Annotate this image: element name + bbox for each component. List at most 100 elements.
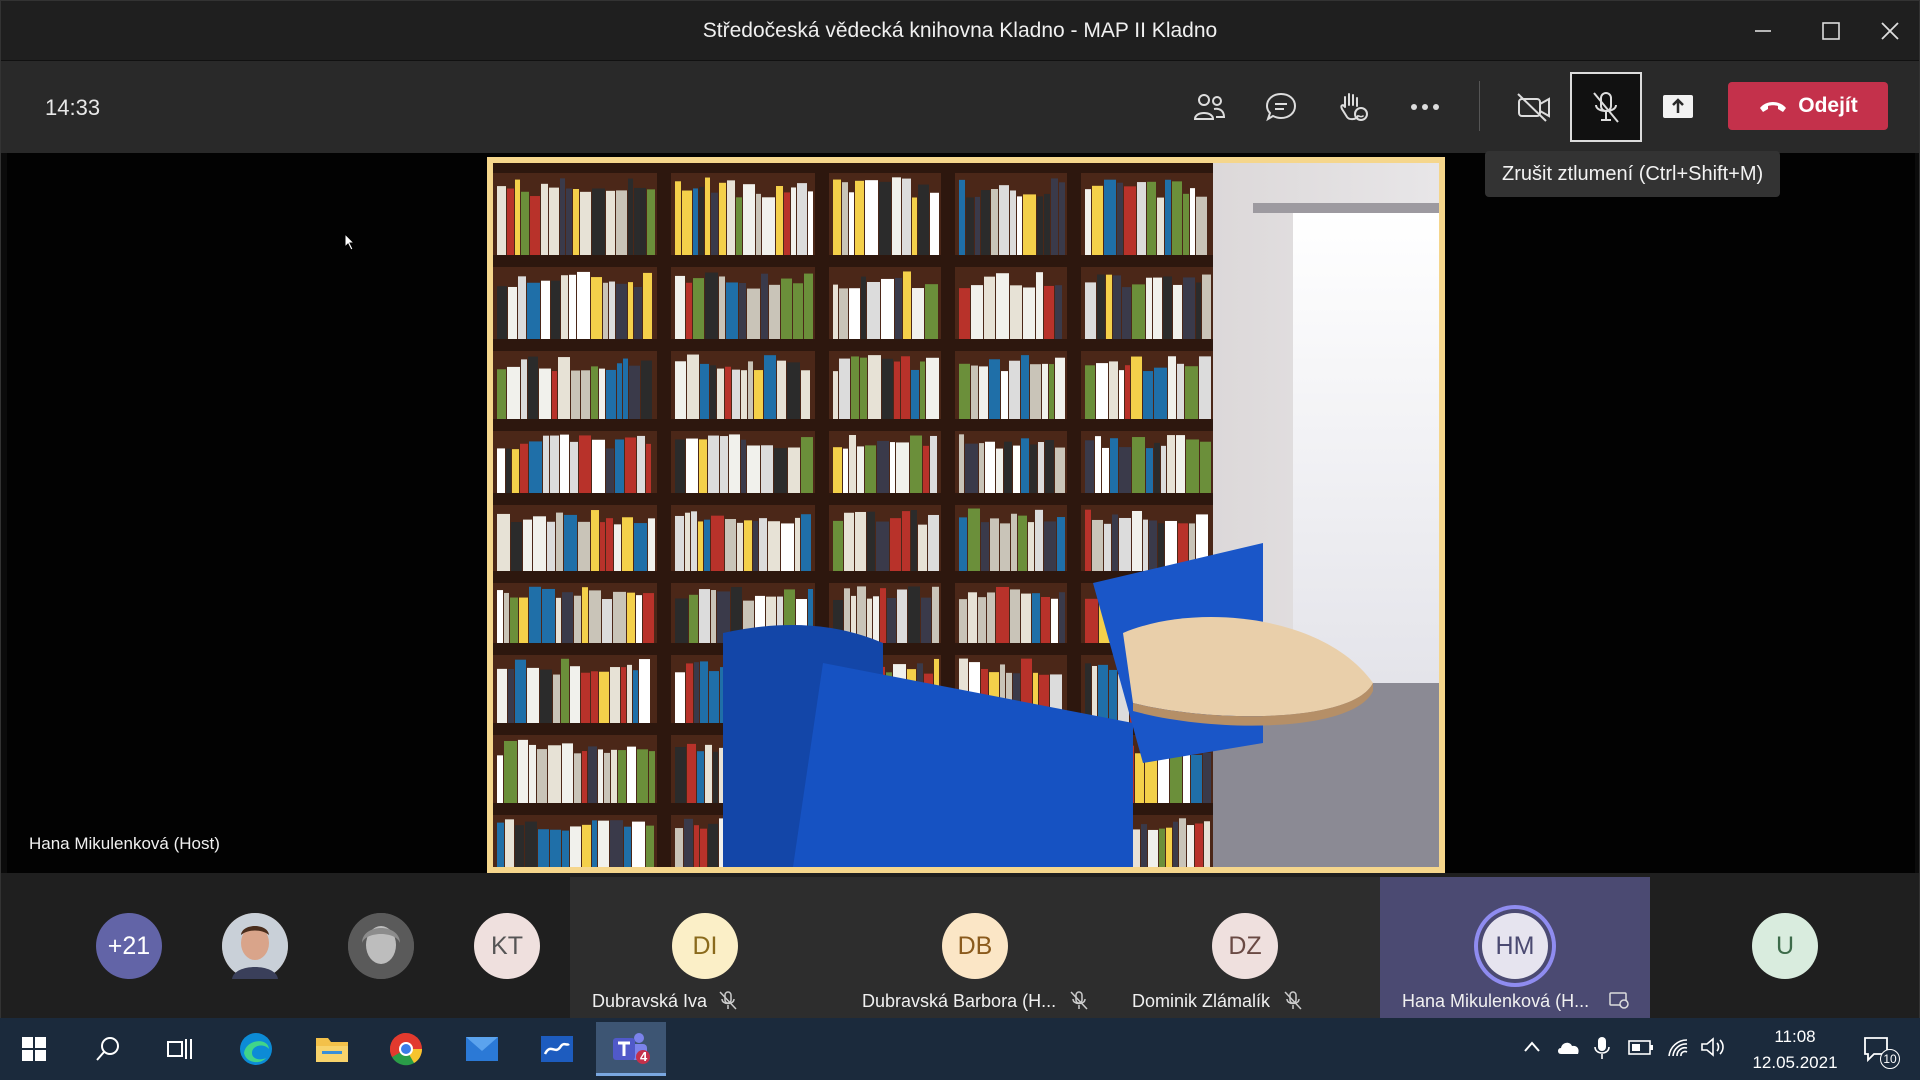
book-spine — [541, 183, 548, 255]
book-spine — [684, 818, 693, 867]
book-spine — [882, 358, 893, 419]
book-spine — [801, 514, 811, 571]
book-spine — [787, 362, 800, 419]
book-spine — [1109, 361, 1118, 419]
overflow-participants-button[interactable]: +21 — [96, 913, 162, 979]
book-spine — [606, 190, 615, 255]
book-spine — [699, 439, 707, 493]
book-spine — [614, 524, 621, 571]
book-spine — [842, 182, 848, 255]
mail-icon — [466, 1037, 498, 1061]
participants-button[interactable] — [1176, 79, 1242, 135]
task-view-button[interactable] — [152, 1027, 208, 1071]
book-spine — [622, 517, 633, 571]
book-spine — [1124, 186, 1136, 255]
book-spine — [643, 593, 654, 643]
book-spine — [1196, 282, 1201, 339]
participant-photo-avatar[interactable] — [222, 913, 288, 979]
wifi-icon[interactable] — [1665, 1036, 1689, 1058]
book-spine — [606, 448, 614, 493]
share-screen-button[interactable] — [1645, 79, 1711, 135]
book-spine — [1085, 189, 1091, 255]
active-speaker-video[interactable] — [487, 157, 1445, 873]
book-spine — [675, 747, 686, 803]
book-spine — [570, 826, 581, 867]
book-spine — [903, 271, 911, 339]
search-button[interactable] — [80, 1027, 136, 1071]
maximize-button[interactable] — [1811, 11, 1851, 51]
participant-tile[interactable]: DI Dubravská Iva — [570, 877, 840, 1019]
book-spine — [649, 751, 655, 803]
chevron-up-icon[interactable] — [1522, 1036, 1542, 1058]
book-spine — [1085, 365, 1095, 419]
book-spine — [518, 739, 528, 803]
book-spine — [1110, 438, 1118, 493]
file-explorer-taskbar-button[interactable] — [304, 1027, 360, 1071]
participant-tile[interactable]: DB Dubravská Barbora (H... — [840, 877, 1110, 1019]
book-spine — [897, 589, 907, 643]
book-spine — [1042, 363, 1048, 419]
volume-icon[interactable] — [1700, 1036, 1726, 1058]
teams-taskbar-button[interactable]: 4 — [596, 1022, 666, 1076]
book-spine — [708, 823, 718, 867]
book-spine — [518, 276, 526, 339]
book-spine — [682, 190, 692, 255]
participant-avatar-kt[interactable]: KT — [474, 913, 540, 979]
book-spine — [497, 668, 507, 723]
participant-tile-active-speaker[interactable]: HM Hana Mikulenková (H... — [1380, 877, 1650, 1019]
whiteboard-taskbar-button[interactable] — [529, 1027, 585, 1071]
chat-button[interactable] — [1248, 79, 1314, 135]
clock-date: 12.05.2021 — [1752, 1053, 1838, 1072]
participant-name: Dubravská Iva — [592, 991, 708, 1011]
participant-photo-avatar[interactable] — [348, 913, 414, 979]
participant-name: Hana Mikulenková (H... — [1402, 991, 1590, 1011]
book-spine — [1055, 285, 1062, 339]
book-spine — [743, 184, 755, 255]
battery-icon[interactable] — [1628, 1036, 1654, 1058]
book-spine — [623, 358, 628, 419]
book-spine — [1132, 510, 1142, 571]
book-spine — [833, 284, 838, 339]
chrome-taskbar-button[interactable] — [378, 1027, 434, 1071]
more-actions-button[interactable] — [1392, 79, 1458, 135]
book-spine — [508, 286, 517, 339]
book-spine — [865, 445, 876, 493]
book-spine — [1149, 520, 1157, 571]
book-spine — [529, 744, 536, 803]
notifications-button[interactable]: 10 — [1852, 1027, 1902, 1071]
book-spine — [675, 439, 685, 493]
reactions-button[interactable] — [1320, 79, 1386, 135]
minimize-button[interactable] — [1743, 11, 1783, 51]
book-spine — [968, 592, 977, 643]
book-spine — [515, 179, 520, 255]
close-button[interactable] — [1870, 11, 1910, 51]
book-spine — [693, 188, 698, 255]
book-spine — [971, 365, 978, 419]
mail-taskbar-button[interactable] — [454, 1027, 510, 1071]
start-button[interactable] — [6, 1027, 62, 1071]
leave-button[interactable]: Odejít — [1728, 82, 1888, 130]
person-photo-icon — [348, 913, 414, 979]
book-spine — [747, 288, 760, 339]
book-spine — [566, 188, 572, 255]
book-spine — [1097, 274, 1105, 339]
book-spine — [574, 753, 581, 803]
book-spine — [1044, 285, 1054, 339]
onedrive-icon[interactable] — [1556, 1036, 1582, 1058]
participant-tile[interactable]: DZ Dominik Zlámalík — [1110, 877, 1380, 1019]
book-spine — [1092, 185, 1103, 255]
participant-avatar-u[interactable]: U — [1752, 913, 1818, 979]
book-spine — [1141, 824, 1147, 867]
book-spine — [1102, 447, 1109, 493]
mic-toggle-button[interactable] — [1570, 72, 1642, 142]
book-spine — [926, 357, 939, 419]
book-spine — [741, 439, 746, 493]
book-spine — [833, 520, 843, 571]
camera-toggle-button[interactable] — [1501, 79, 1567, 135]
system-clock[interactable]: 11:08 12.05.2021 — [1745, 1024, 1845, 1076]
book-spine — [784, 192, 790, 255]
book-spine — [959, 599, 967, 643]
edge-taskbar-button[interactable] — [228, 1027, 284, 1071]
microphone-icon[interactable] — [1594, 1036, 1610, 1060]
book-spine — [574, 595, 581, 643]
